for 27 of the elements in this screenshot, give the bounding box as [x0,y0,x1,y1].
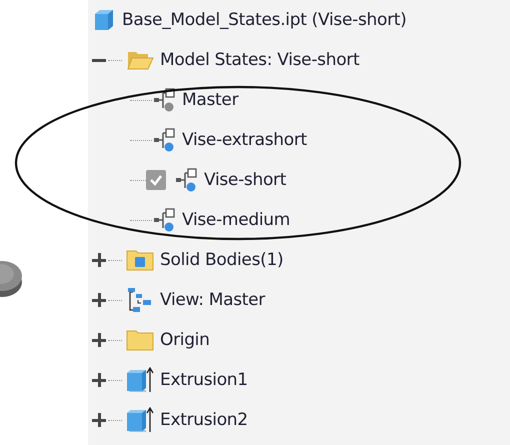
model-state-icon [154,128,176,152]
view-hierarchy-icon [126,288,154,312]
tree-item[interactable]: Base_Model_States.ipt (Vise-short) [122,10,406,30]
cube-icon [92,8,116,32]
extrusion-icon [126,367,154,393]
model-state-icon [176,168,198,192]
folder-icon [126,328,154,352]
tree-item[interactable]: Extrusion1 [160,370,248,390]
tree-item[interactable]: Vise-medium [182,210,290,230]
model-state-icon [154,208,176,232]
tree-item[interactable]: Origin [160,330,210,350]
tree-item[interactable]: Model States: Vise-short [160,50,360,70]
tree-item[interactable]: Vise-extrashort [182,130,307,150]
extrusion-icon [126,407,154,433]
checkbox[interactable] [146,170,166,190]
tree-item[interactable]: Solid Bodies(1) [160,250,284,270]
model-state-icon [154,88,176,112]
expand-icon[interactable] [92,333,106,347]
folder-cube-icon [126,248,154,272]
tree-item[interactable]: Master [182,90,238,110]
expand-icon[interactable] [92,253,106,267]
expand-icon[interactable] [92,413,106,427]
expand-icon[interactable] [92,373,106,387]
tree-item[interactable]: Vise-short [204,170,286,190]
tree-item[interactable]: View: Master [160,290,265,310]
expand-icon[interactable] [92,293,106,307]
tree-item[interactable]: Extrusion2 [160,410,248,430]
